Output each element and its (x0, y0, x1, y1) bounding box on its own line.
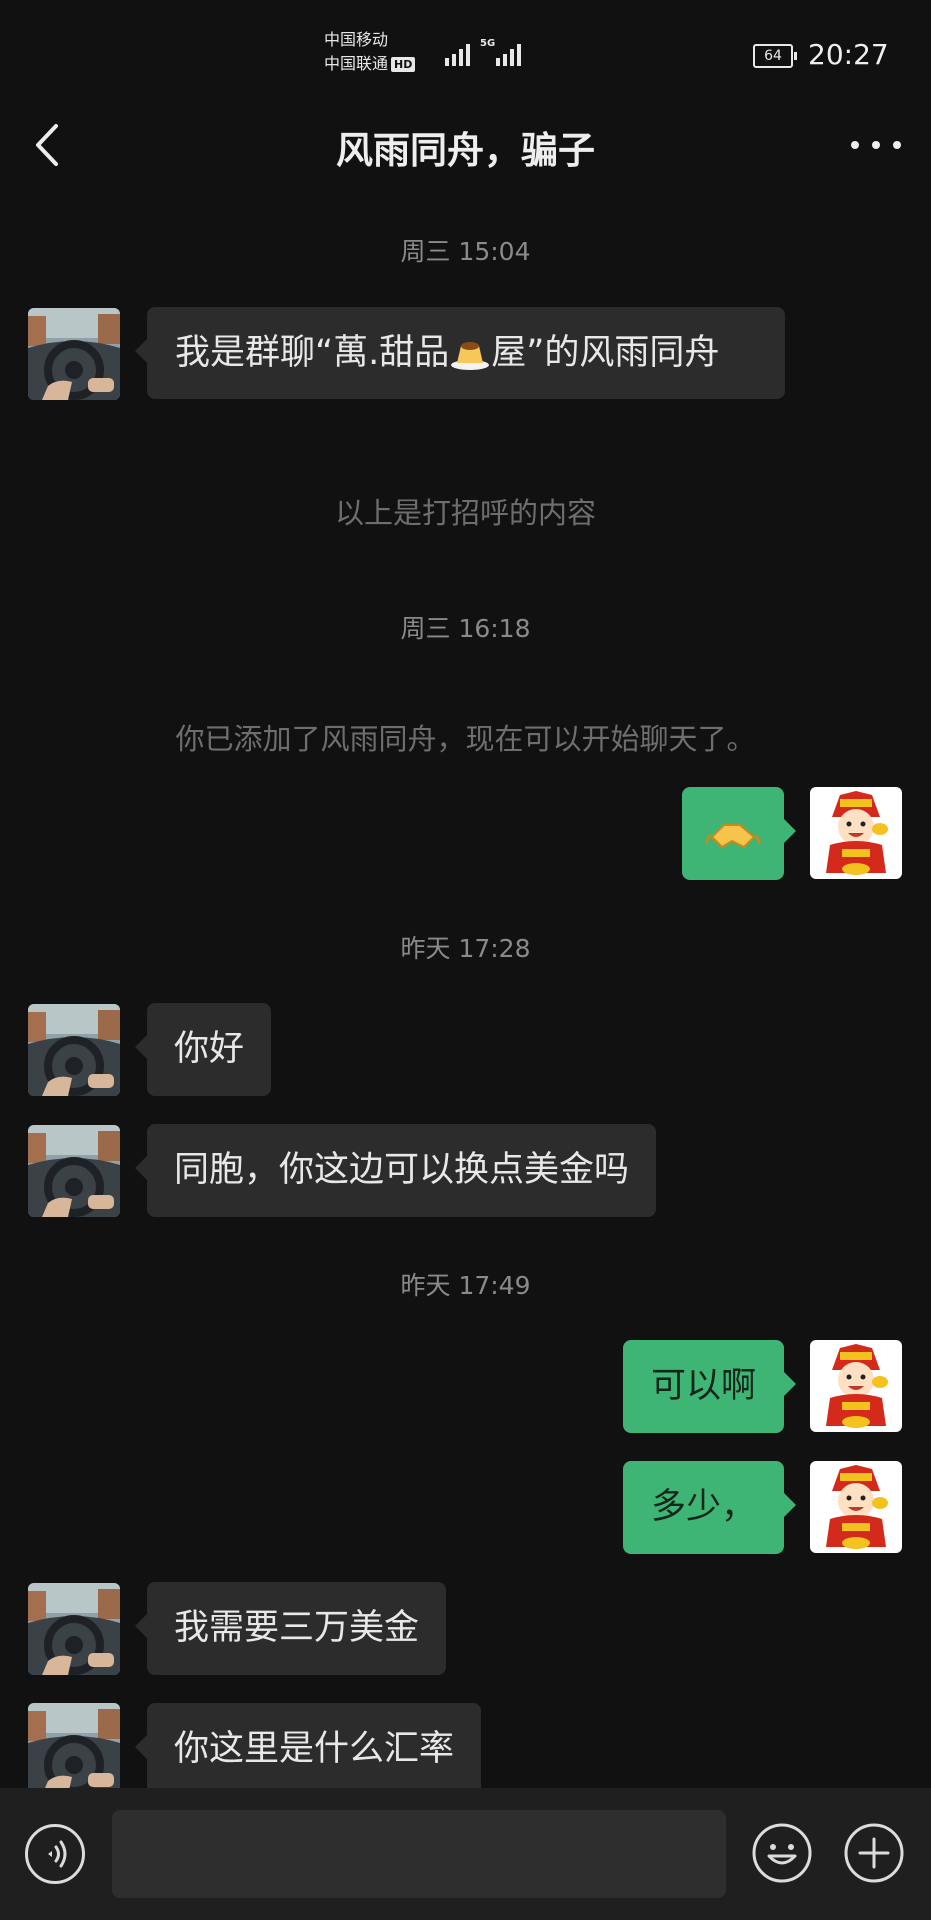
system-message: 你已添加了风雨同舟，现在可以开始聊天了。 (175, 722, 756, 756)
emoji-button[interactable] (751, 1822, 813, 1884)
message-text: 我需要三万美金 (174, 1608, 420, 1648)
hd-badge: HD (391, 57, 416, 72)
carrier-info: 中国移动 中国联通 HD (324, 28, 416, 76)
message-incoming[interactable]: 我是群聊“萬.甜品 屋”的风雨同舟 (135, 307, 785, 399)
carrier-2: 中国联通 (324, 54, 389, 73)
message-text: 多少， (650, 1487, 756, 1527)
network-type: 5G (480, 38, 496, 49)
chat-title: 风雨同舟，骗子 (336, 129, 595, 172)
message-text-part: 我是群聊“萬.甜品 (175, 333, 450, 373)
signal-icon (445, 42, 470, 66)
message-incoming[interactable]: 你好 (134, 1003, 272, 1096)
message-incoming[interactable]: 同胞，你这边可以换点美金吗 (134, 1124, 657, 1217)
plus-icon (844, 1823, 904, 1883)
message-text-part: 屋”的风雨同舟 (491, 333, 720, 373)
self-avatar[interactable] (810, 1340, 902, 1432)
message-input[interactable] (112, 1810, 726, 1898)
message-text: 你这里是什么汇率 (174, 1729, 455, 1769)
contact-avatar[interactable] (28, 308, 120, 400)
timestamp: 周三 15:04 (400, 237, 531, 266)
message-incoming[interactable]: 我需要三万美金 (134, 1582, 447, 1675)
message-text: 同胞，你这边可以换点美金吗 (174, 1150, 630, 1190)
more-functions-button[interactable] (843, 1822, 905, 1884)
timestamp: 周三 16:18 (400, 614, 531, 643)
battery-icon: 64 (753, 44, 797, 68)
contact-avatar[interactable] (28, 1703, 120, 1795)
voice-button[interactable] (25, 1824, 85, 1884)
voice-icon (48, 1840, 67, 1868)
contact-avatar[interactable] (28, 1125, 120, 1217)
input-bar (0, 1788, 931, 1920)
pudding-emoji-icon (451, 342, 490, 370)
more-button[interactable] (851, 122, 901, 168)
timestamp: 昨天 17:49 (400, 1271, 531, 1300)
status-bar: 中国移动 中国联通 HD 5G 64 20:27 (0, 0, 931, 100)
contact-avatar[interactable] (28, 1004, 120, 1096)
more-dots-icon (851, 141, 859, 149)
emoji-icon (752, 1823, 812, 1883)
message-text: 你好 (174, 1029, 245, 1069)
clock: 20:27 (808, 38, 889, 71)
message-outgoing[interactable] (682, 787, 796, 880)
self-avatar[interactable] (810, 1461, 902, 1553)
system-message: 以上是打招呼的内容 (334, 496, 596, 530)
chat-header: 风雨同舟，骗子 (0, 100, 931, 190)
message-incoming[interactable]: 你这里是什么汇率 (134, 1703, 482, 1796)
contact-avatar[interactable] (28, 1583, 120, 1675)
message-outgoing[interactable]: 可以啊 (622, 1340, 797, 1433)
message-text: 可以啊 (650, 1366, 756, 1406)
handshake-emoji-icon (704, 824, 762, 849)
message-outgoing[interactable]: 多少， (622, 1461, 797, 1554)
signal-icon-2 (496, 42, 521, 66)
carrier-1: 中国移动 (324, 30, 389, 49)
timestamp: 昨天 17:28 (400, 934, 531, 963)
self-avatar[interactable] (810, 787, 902, 879)
